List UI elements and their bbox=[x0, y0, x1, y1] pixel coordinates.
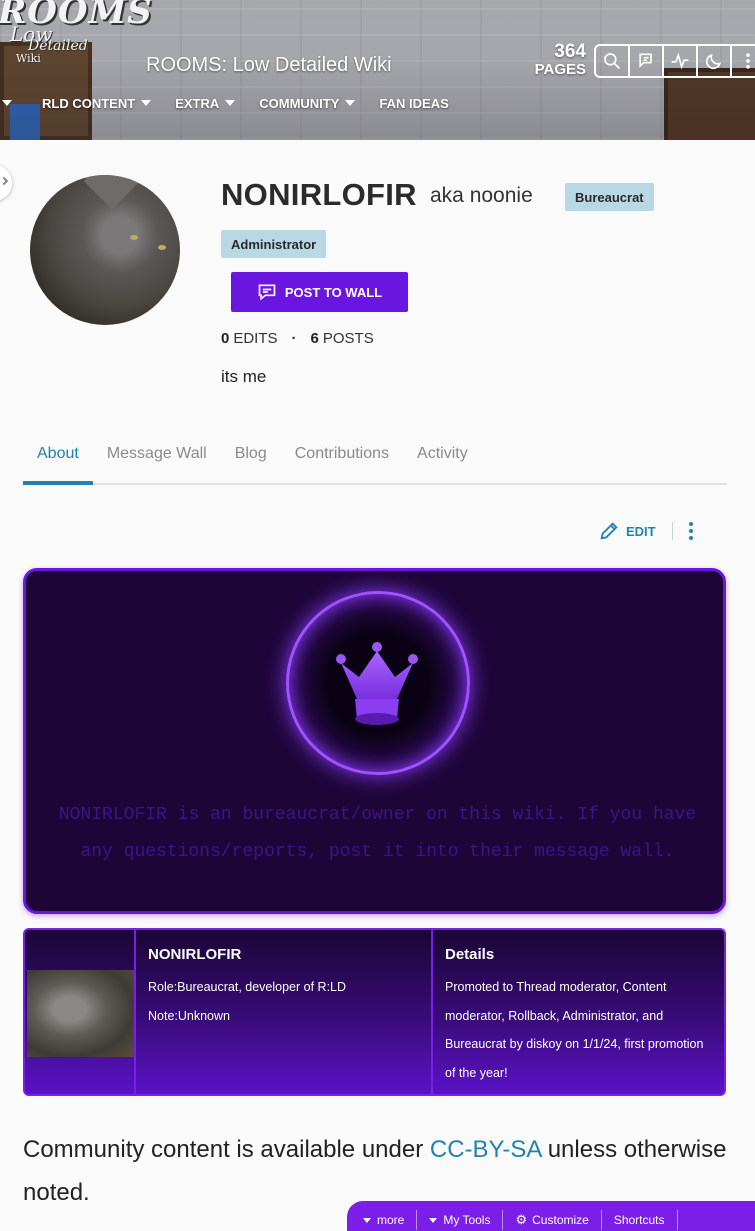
discussions-button[interactable] bbox=[628, 44, 664, 78]
user-infobox: NONIRLOFIR Role:Bureaucrat, developer of… bbox=[23, 928, 726, 1096]
chevron-down-icon bbox=[225, 100, 236, 106]
chevron-down-icon[interactable] bbox=[2, 100, 12, 106]
infobox-details-heading: Details bbox=[445, 946, 495, 963]
wiki-header: ROOMS Low Detailed Wiki ROOMS: Low Detai… bbox=[0, 0, 755, 140]
activity-button[interactable] bbox=[662, 44, 698, 78]
nav-community[interactable]: COMMUNITY bbox=[259, 96, 356, 111]
infobox-note: Note:Unknown bbox=[148, 1008, 230, 1023]
profile-username: NONIRLOFIR bbox=[221, 177, 417, 212]
page-count-label: PAGES bbox=[534, 61, 586, 78]
crown-icon bbox=[336, 642, 418, 725]
tab-about[interactable]: About bbox=[23, 440, 93, 485]
search-button[interactable] bbox=[594, 44, 630, 78]
edits-count: 0 bbox=[221, 330, 230, 347]
nav-rld-content[interactable]: RLD CONTENT bbox=[42, 96, 152, 111]
profile-bio: its me bbox=[221, 367, 267, 386]
bottom-toolbar: more My Tools ⚙ Customize Shortcuts bbox=[347, 1201, 755, 1231]
wiki-navigation: RLD CONTENT EXTRA COMMUNITY FAN IDEAS bbox=[0, 94, 473, 112]
tab-message-wall[interactable]: Message Wall bbox=[93, 440, 221, 485]
nav-fan-ideas[interactable]: FAN IDEAS bbox=[379, 96, 448, 111]
bureaucrat-card: NONIRLOFIR is an bureaucrat/owner on thi… bbox=[23, 568, 726, 914]
infobox-role: Role:Bureaucrat, developer of R:LD bbox=[148, 980, 347, 994]
toolbar-customize[interactable]: ⚙ Customize bbox=[503, 1210, 602, 1230]
infobox-details: Details Promoted to Thread moderator, Co… bbox=[433, 930, 724, 1094]
profile-alias: aka noonie bbox=[430, 184, 533, 207]
toolbar-shortcuts[interactable]: Shortcuts bbox=[602, 1210, 678, 1230]
profile-stats: 0 EDITS · 6 POSTS bbox=[221, 330, 374, 347]
infobox-details-text: Promoted to Thread moderator, Content mo… bbox=[445, 980, 704, 1080]
post-to-wall-button[interactable]: POST TO WALL bbox=[231, 272, 408, 312]
sidebar-toggle[interactable] bbox=[0, 165, 12, 201]
chevron-down-icon bbox=[141, 100, 152, 106]
posts-label: POSTS bbox=[322, 330, 374, 347]
more-tools-button[interactable] bbox=[730, 44, 755, 78]
toolbar-more[interactable]: more bbox=[347, 1210, 418, 1230]
chevron-down-icon bbox=[345, 100, 356, 106]
license-link[interactable]: CC-BY-SA bbox=[430, 1136, 541, 1163]
chevron-right-icon bbox=[0, 176, 9, 186]
infobox-name: NONIRLOFIR bbox=[148, 946, 242, 963]
pencil-icon bbox=[600, 522, 618, 540]
infobox-image bbox=[25, 930, 136, 1094]
edit-row: EDIT bbox=[598, 520, 693, 542]
gear-icon: ⚙ bbox=[515, 1212, 528, 1227]
nav-extra[interactable]: EXTRA bbox=[175, 96, 236, 111]
tab-contributions[interactable]: Contributions bbox=[281, 440, 403, 485]
badge-bureaucrat: Bureaucrat bbox=[565, 183, 654, 211]
page-count[interactable]: 364 PAGES bbox=[530, 42, 586, 78]
profile-tabs: About Message Wall Blog Contributions Ac… bbox=[23, 440, 727, 485]
wiki-logo[interactable]: ROOMS Low Detailed Wiki bbox=[0, 0, 152, 70]
page-count-number: 364 bbox=[554, 41, 586, 62]
badge-administrator: Administrator bbox=[221, 230, 327, 258]
posts-count: 6 bbox=[310, 330, 319, 347]
toolbar-my-tools[interactable]: My Tools bbox=[417, 1210, 504, 1230]
infobox-main: NONIRLOFIR Role:Bureaucrat, developer of… bbox=[136, 930, 433, 1094]
tab-blog[interactable]: Blog bbox=[221, 440, 281, 485]
header-tools bbox=[594, 44, 755, 78]
bureaucrat-card-text: NONIRLOFIR is an bureaucrat/owner on thi… bbox=[58, 805, 697, 862]
tab-activity[interactable]: Activity bbox=[403, 440, 482, 485]
wiki-title[interactable]: ROOMS: Low Detailed Wiki bbox=[146, 54, 392, 77]
activity-icon bbox=[671, 52, 689, 70]
dark-mode-button[interactable] bbox=[696, 44, 732, 78]
edit-button[interactable]: EDIT bbox=[598, 520, 656, 542]
search-icon bbox=[604, 53, 621, 70]
more-options-icon[interactable] bbox=[688, 522, 693, 540]
edits-label: EDITS bbox=[233, 330, 278, 347]
more-vertical-icon bbox=[746, 53, 750, 69]
discussions-icon bbox=[639, 53, 652, 69]
avatar bbox=[30, 175, 180, 325]
moon-icon bbox=[705, 53, 722, 70]
message-icon bbox=[258, 284, 276, 301]
